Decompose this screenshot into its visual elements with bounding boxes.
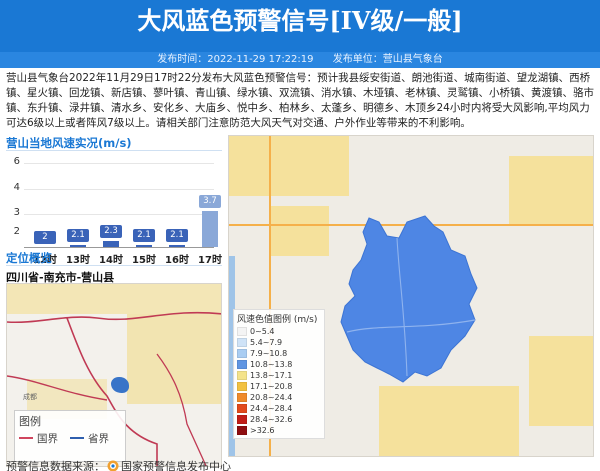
bar-value-label: 2.3 — [100, 224, 122, 238]
wind-section-title: 营山当地风速实况(m/s) — [6, 135, 222, 151]
color-swatch-icon — [237, 426, 247, 435]
county-highlight — [111, 377, 129, 393]
legend-label: 17.1~20.8 — [250, 382, 293, 391]
line-swatch-icon — [70, 437, 84, 439]
location-section: 定位概览 四川省-南充市-营山县 — [6, 250, 222, 285]
wind-bar — [70, 244, 86, 247]
wind-bar — [202, 211, 218, 247]
legend-row: 20.8~24.4 — [237, 392, 321, 403]
color-swatch-icon — [237, 415, 247, 424]
legend-label: 28.4~32.6 — [250, 415, 293, 424]
legend-row: 13.8~17.1 — [237, 370, 321, 381]
legend-row: >32.6 — [237, 425, 321, 436]
wind-bar — [103, 240, 119, 247]
gridline — [24, 163, 214, 164]
bar-value-label: 2.1 — [166, 228, 188, 242]
overview-legend: 图例 国界 省界 — [14, 410, 126, 462]
color-swatch-icon — [237, 393, 247, 402]
bar-value-label: 2 — [34, 231, 56, 244]
wind-bar — [136, 244, 152, 247]
wind-speed-chart: 6 4 3 2 2 12时 2.1 13时 2.3 14时 2.1 15时 2.1 16时 3.7 1… — [6, 153, 222, 266]
color-swatch-icon — [237, 338, 247, 347]
legend-label: >32.6 — [250, 426, 275, 435]
color-swatch-icon — [237, 404, 247, 413]
color-swatch-icon — [237, 382, 247, 391]
legend-label: 10.8~13.8 — [250, 360, 293, 369]
y-tick-label: 6 — [13, 156, 20, 167]
legend-title: 风速色值图例 (m/s) — [237, 315, 318, 325]
color-swatch-icon — [237, 327, 247, 336]
legend-row: 17.1~20.8 — [237, 381, 321, 392]
legend-row: 0~5.4 — [237, 326, 321, 337]
main-map[interactable]: 风速色值图例 (m/s) 0~5.4 5.4~7.9 7.9~10.8 10.8~13… — [228, 135, 594, 457]
location-section-title: 定位概览 — [6, 250, 222, 266]
legend-row: 10.8~13.8 — [237, 359, 321, 370]
nmc-logo-icon — [107, 460, 119, 471]
color-swatch-icon — [237, 360, 247, 369]
footer-source: 预警信息数据来源： 国家预警信息发布中心 — [6, 458, 231, 471]
line-swatch-icon — [19, 437, 33, 439]
y-tick-label: 2 — [13, 226, 20, 237]
publish-info-bar: 发布时间：2022-11-29 17:22:19 发布单位：营山县气象台 — [0, 52, 600, 68]
city-label: 成都 — [23, 393, 37, 401]
legend-label: 省界 — [88, 432, 109, 445]
publisher: 发布单位：营山县气象台 — [332, 54, 443, 65]
publish-time: 发布时间：2022-11-29 17:22:19 — [157, 54, 314, 65]
gridline — [24, 214, 214, 215]
gridline — [24, 189, 214, 190]
bar-value-label: 2.1 — [133, 228, 155, 242]
left-panel: 营山当地风速实况(m/s) 6 4 3 2 2 12时 2.1 13时 2.3 14时 2.… — [6, 135, 222, 467]
bar-value-label: 2.1 — [67, 228, 89, 242]
source-prefix: 预警信息数据来源： — [6, 460, 105, 471]
y-tick-label: 3 — [13, 207, 20, 218]
legend-item-country-border: 国界 省界 — [15, 431, 125, 445]
bar-value-label: 3.7 — [199, 195, 221, 209]
legend-row: 28.4~32.6 — [237, 414, 321, 425]
y-tick-label: 4 — [13, 182, 20, 193]
legend-label: 7.9~10.8 — [250, 349, 288, 358]
legend-label: 0~5.4 — [250, 327, 275, 336]
warning-title: 大风蓝色预警信号[IV级/一般] — [137, 6, 463, 35]
legend-row: 5.4~7.9 — [237, 337, 321, 348]
legend-row: 24.4~28.4 — [237, 403, 321, 414]
legend-rows: 0~5.4 5.4~7.9 7.9~10.8 10.8~13.8 13.8~17.1 17… — [237, 326, 321, 436]
wind-bar — [169, 244, 185, 247]
legend-label: 24.4~28.4 — [250, 404, 293, 413]
legend-label: 13.8~17.1 — [250, 371, 293, 380]
legend-label: 国界 — [37, 432, 58, 445]
legend-row: 7.9~10.8 — [237, 348, 321, 359]
x-axis-line — [24, 247, 214, 248]
color-swatch-icon — [237, 349, 247, 358]
legend-label: 20.8~24.4 — [250, 393, 293, 402]
color-swatch-icon — [237, 371, 247, 380]
wind-color-legend: 风速色值图例 (m/s) 0~5.4 5.4~7.9 7.9~10.8 10.8~13… — [233, 309, 325, 439]
source-name: 国家预警信息发布中心 — [121, 460, 231, 471]
warning-body-text: 营山县气象台2022年11月29日17时22分发布大风蓝色预警信号：预计我县绥安… — [6, 72, 594, 129]
legend-title: 图例 — [19, 415, 41, 428]
legend-label: 5.4~7.9 — [250, 338, 283, 347]
header-bar: 大风蓝色预警信号[IV级/一般] — [0, 0, 600, 52]
